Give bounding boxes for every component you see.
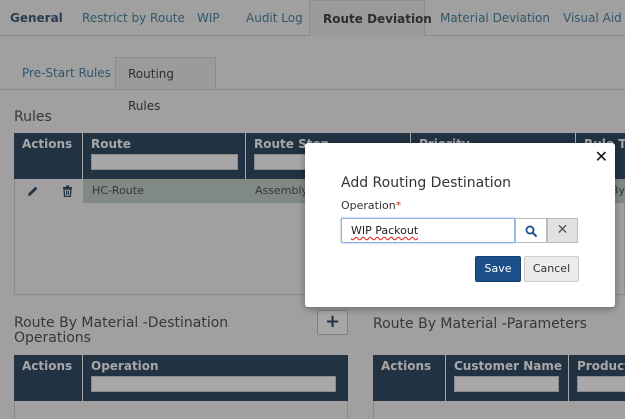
operation-input-value: WIP Packout [351, 224, 419, 237]
operation-input[interactable]: WIP Packout [341, 218, 515, 243]
operation-clear-button[interactable]: ✕ [547, 218, 578, 243]
operation-label: Operation* [341, 199, 401, 212]
operation-label-text: Operation [341, 199, 396, 212]
close-icon[interactable]: ✕ [595, 147, 608, 166]
operation-search-button[interactable] [515, 218, 547, 243]
search-icon [525, 225, 538, 238]
add-routing-destination-dialog: ✕ Add Routing Destination Operation* WIP… [305, 143, 615, 307]
required-mark: * [395, 199, 402, 212]
cancel-button[interactable]: Cancel [524, 256, 579, 282]
save-button[interactable]: Save [475, 256, 521, 282]
dialog-title: Add Routing Destination [341, 175, 512, 191]
